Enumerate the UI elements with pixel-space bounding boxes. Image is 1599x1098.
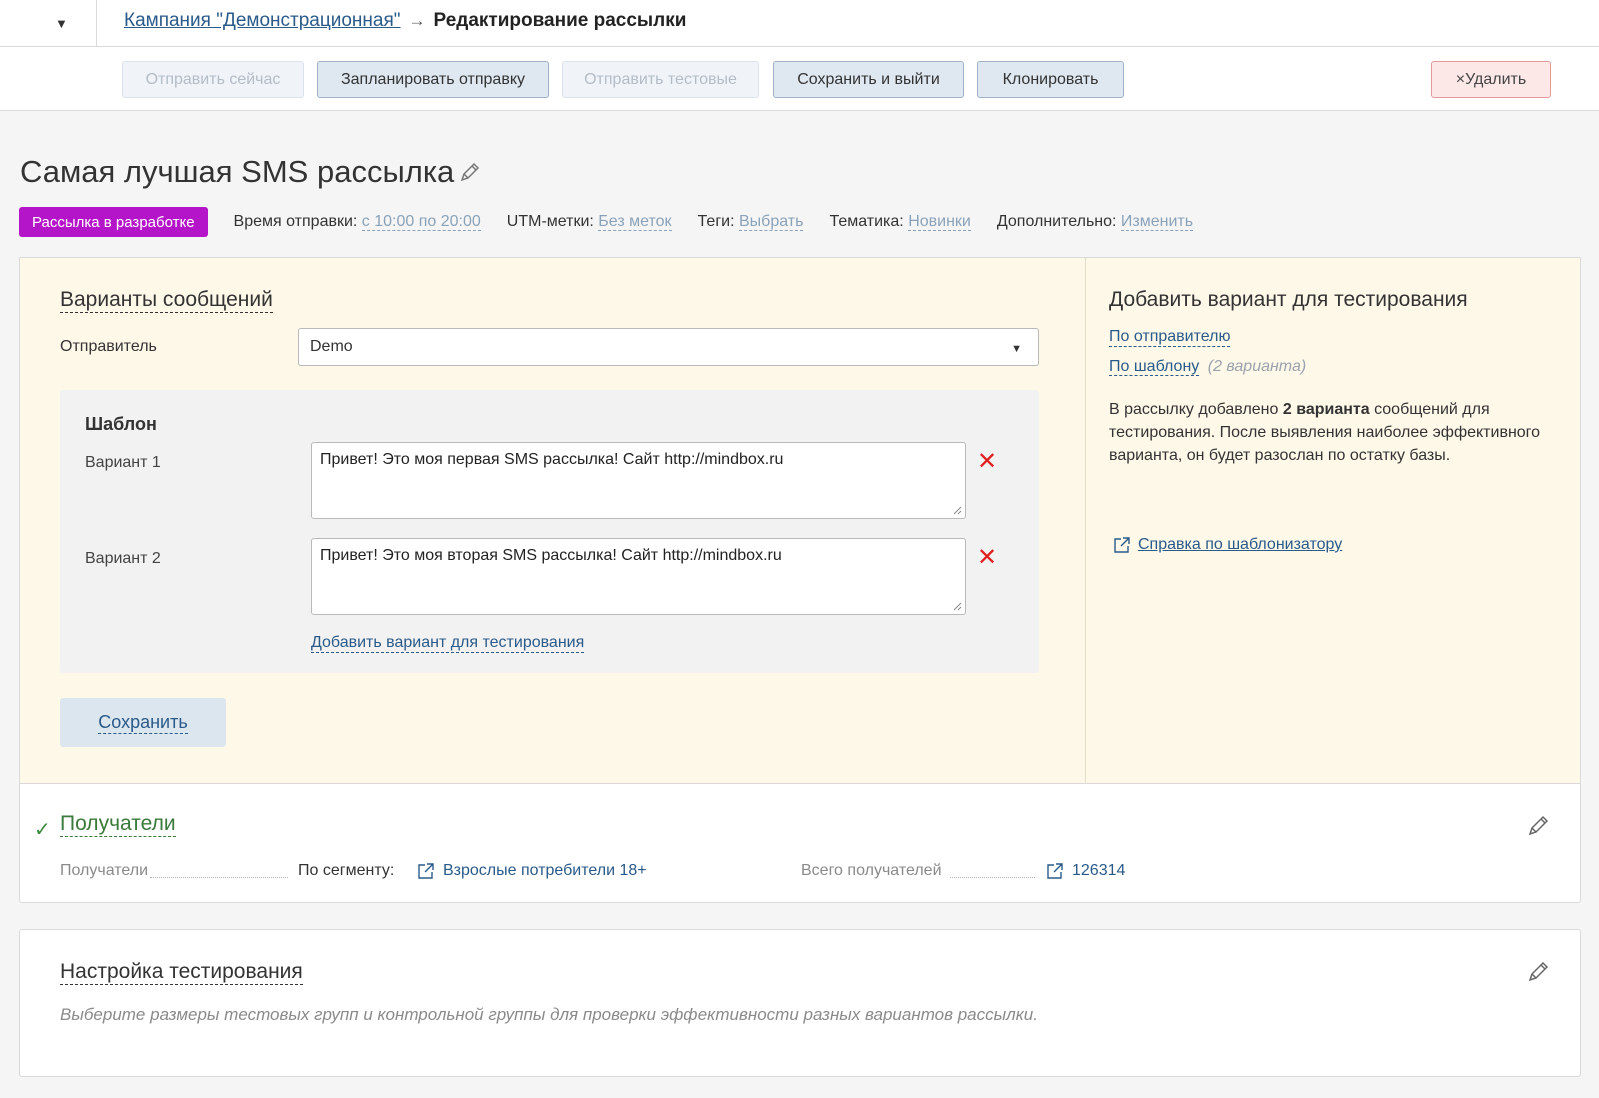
pencil-icon[interactable]	[1526, 958, 1552, 984]
utm-link[interactable]: Без меток	[598, 213, 672, 231]
total-label: Всего получателей	[801, 862, 942, 879]
segment-label: По сегменту:	[298, 862, 395, 879]
sender-label: Отправитель	[60, 338, 157, 355]
topic-link[interactable]: Новинки	[908, 213, 971, 231]
pencil-icon[interactable]	[458, 160, 482, 184]
total-value[interactable]: 126314	[1072, 862, 1125, 880]
sidebar-description: В рассылку добавлено 2 варианта сообщени…	[1109, 398, 1549, 467]
recipients-panel: ✓ Получатели Получатели По сегменту: Взр…	[19, 783, 1581, 903]
recipients-label: Получатели	[60, 862, 149, 879]
topic-label: Тематика:	[829, 213, 904, 230]
delete-variant-1-icon[interactable]: ✕	[977, 450, 997, 474]
by-sender-link[interactable]: По отправителю	[1109, 328, 1231, 347]
variant-1-textarea[interactable]: Привет! Это моя первая SMS рассылка! Сай…	[311, 442, 966, 519]
recipients-title[interactable]: Получатели	[60, 812, 176, 837]
delete-variant-2-icon[interactable]: ✕	[977, 546, 997, 570]
schedule-send-button[interactable]: Запланировать отправку	[317, 61, 549, 98]
extra-meta: Дополнительно: Изменить	[996, 213, 1194, 231]
save-and-exit-button[interactable]: Сохранить и выйти	[773, 61, 964, 98]
add-variant-link[interactable]: Добавить вариант для тестирования	[311, 634, 585, 653]
tags-label: Теги:	[697, 213, 735, 230]
variant-label: Вариант 2	[85, 550, 161, 567]
testing-panel: Настройка тестирования Выберите размеры …	[19, 929, 1581, 1077]
variants-panel: Варианты сообщений Отправитель Demo ▼ Ша…	[19, 257, 1581, 784]
caret-down-icon: ▼	[1011, 343, 1022, 355]
topic-meta: Тематика: Новинки	[829, 213, 971, 231]
dotted-leader	[150, 877, 288, 878]
variants-title[interactable]: Варианты сообщений	[60, 288, 273, 313]
delete-button[interactable]: ×Удалить	[1431, 61, 1551, 98]
send-time-meta: Время отправки: с 10:00 по 20:00	[234, 213, 481, 231]
sender-select[interactable]: Demo ▼	[298, 328, 1039, 366]
pencil-icon[interactable]	[1526, 812, 1552, 838]
external-link-icon[interactable]	[417, 862, 435, 880]
breadcrumb: Кампания "Демонстрационная" → Редактиров…	[124, 10, 686, 32]
mailing-title: Самая лучшая SMS рассылка	[20, 154, 455, 189]
breadcrumb-arrow-icon: →	[408, 11, 426, 30]
utm-meta: UTM-метки: Без меток	[507, 213, 672, 231]
breadcrumb-campaign-link[interactable]: Кампания "Демонстрационная"	[124, 10, 401, 32]
tags-meta: Теги: Выбрать	[698, 213, 804, 231]
add-variant-sidebar: Добавить вариант для тестирования По отп…	[1087, 258, 1581, 784]
sender-value: Demo	[310, 338, 353, 355]
save-button[interactable]: Сохранить	[60, 698, 226, 747]
status-badge: Рассылка в разработке	[19, 207, 208, 237]
top-bar: ▼ Кампания "Демонстрационная" → Редактир…	[0, 0, 1599, 47]
help-link[interactable]: Справка по шаблонизатору	[1138, 536, 1342, 554]
meta-row: Рассылка в разработке Время отправки: с …	[19, 207, 1219, 237]
send-test-button[interactable]: Отправить тестовые	[562, 61, 759, 98]
triangle-down-icon: ▼	[55, 15, 68, 31]
action-toolbar: Отправить сейчас Запланировать отправку …	[0, 47, 1599, 111]
collapse-toggle[interactable]: ▼	[0, 0, 97, 46]
help-link-row[interactable]: Справка по шаблонизатору	[1113, 536, 1342, 554]
external-link-icon	[1114, 537, 1130, 553]
send-time-label: Время отправки:	[233, 213, 358, 230]
sidebar-title: Добавить вариант для тестирования	[1109, 288, 1468, 311]
variant-text: Привет! Это моя первая SMS рассылка! Сай…	[320, 451, 784, 468]
extra-label: Дополнительно:	[996, 213, 1117, 230]
testing-title[interactable]: Настройка тестирования	[60, 960, 303, 985]
variant-text: Привет! Это моя вторая SMS рассылка! Сай…	[320, 547, 782, 564]
variant-label: Вариант 1	[85, 454, 161, 471]
breadcrumb-current: Редактирование рассылки	[433, 10, 687, 31]
desc-text: В рассылку добавлено	[1109, 401, 1283, 418]
by-template-row: По шаблону (2 варианта)	[1109, 358, 1306, 376]
tags-link[interactable]: Выбрать	[739, 213, 804, 231]
external-link-icon[interactable]	[1046, 862, 1064, 880]
variants-editor: Варианты сообщений Отправитель Demo ▼ Ша…	[20, 258, 1086, 784]
save-button-label: Сохранить	[98, 711, 188, 734]
template-title: Шаблон	[85, 414, 157, 434]
dotted-leader	[950, 877, 1035, 878]
send-now-button[interactable]: Отправить сейчас	[122, 61, 304, 98]
template-box: Шаблон Вариант 1 Привет! Это моя первая …	[60, 390, 1039, 673]
desc-bold: 2 варианта	[1282, 401, 1370, 418]
variant-2-textarea[interactable]: Привет! Это моя вторая SMS рассылка! Сай…	[311, 538, 966, 615]
recipients-row: Получатели По сегменту: Взрослые потреби…	[60, 862, 1160, 886]
utm-label: UTM-метки:	[506, 213, 594, 230]
clone-button[interactable]: Клонировать	[977, 61, 1124, 98]
segment-link[interactable]: Взрослые потребители 18+	[443, 862, 647, 880]
by-template-link[interactable]: По шаблону	[1109, 358, 1200, 376]
resize-grip-icon[interactable]	[953, 506, 962, 515]
resize-grip-icon[interactable]	[953, 602, 962, 611]
extra-link[interactable]: Изменить	[1120, 213, 1194, 231]
check-icon: ✓	[34, 819, 51, 841]
send-time-link[interactable]: с 10:00 по 20:00	[361, 213, 481, 231]
by-template-hint: (2 варианта)	[1207, 358, 1307, 375]
page-title: Самая лучшая SMS рассылка	[20, 154, 482, 190]
testing-description: Выберите размеры тестовых групп и контро…	[60, 1005, 1038, 1024]
